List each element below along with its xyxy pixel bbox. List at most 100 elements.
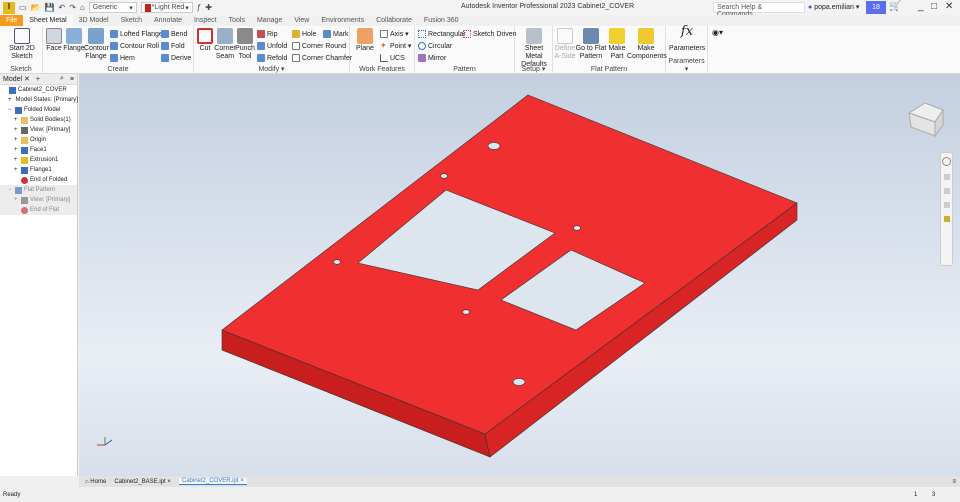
tab-fusion-360[interactable]: Fusion 360 xyxy=(418,15,465,26)
sheet-metal-defaults-button[interactable]: Sheet Metal Defaults xyxy=(517,28,551,69)
make-components-button[interactable]: Make Components xyxy=(627,28,667,61)
hole-button[interactable]: Hole xyxy=(292,29,316,39)
open-icon[interactable]: 📂 xyxy=(31,3,41,12)
expand-icon[interactable]: + xyxy=(8,97,12,103)
tab-sketch[interactable]: Sketch xyxy=(115,15,148,26)
corner-seam-button[interactable]: Corner Seam xyxy=(214,28,236,61)
view-cube[interactable] xyxy=(907,102,944,138)
make-part-button[interactable]: Make Part xyxy=(608,28,626,61)
flange-button[interactable]: Flange xyxy=(63,28,85,53)
mark-button[interactable]: Mark xyxy=(323,29,349,39)
unfold-button[interactable]: Unfold xyxy=(257,41,287,51)
sheet-metal-cover-part[interactable] xyxy=(221,94,798,458)
graphics-viewport[interactable] xyxy=(79,74,960,476)
derive-button[interactable]: Derive xyxy=(161,53,191,63)
look-at-icon[interactable] xyxy=(943,216,950,222)
color-select[interactable]: *Light Red ▾ xyxy=(140,2,193,13)
bend-button[interactable]: Bend xyxy=(161,29,187,39)
refold-button[interactable]: Refold xyxy=(257,53,287,63)
hem-button[interactable]: Hem xyxy=(110,53,135,63)
browser-node[interactable]: − Folded Model xyxy=(0,105,77,115)
expand-icon[interactable]: − xyxy=(8,187,13,193)
new-icon[interactable]: ▭ xyxy=(19,3,27,12)
ribbon-options-icon[interactable]: ◉▾ xyxy=(712,28,723,37)
browser-node[interactable]: End of Flat xyxy=(0,205,77,215)
plus-icon[interactable]: ✚ xyxy=(205,3,212,12)
fx-icon[interactable]: ƒ xyxy=(197,3,201,12)
contour-flange-button[interactable]: Contour Flange xyxy=(84,28,109,61)
expand-icon[interactable]: + xyxy=(14,157,19,163)
home-icon[interactable]: ⌂ xyxy=(80,3,85,12)
orbit-icon[interactable] xyxy=(943,202,950,208)
start-2d-sketch-button[interactable]: Start 2D Sketch xyxy=(4,28,40,61)
tab-3d-model[interactable]: 3D Model xyxy=(73,15,115,26)
lofted-flange-button[interactable]: Lofted Flange xyxy=(110,29,163,39)
tab-tools[interactable]: Tools xyxy=(223,15,251,26)
browser-node[interactable]: + Solid Bodies(1) xyxy=(0,115,77,125)
expand-icon[interactable]: + xyxy=(14,117,19,123)
save-icon[interactable]: 💾 xyxy=(45,3,55,12)
search-input[interactable]: Search Help & Commands... xyxy=(713,2,805,18)
steering-wheel-icon[interactable] xyxy=(942,157,951,166)
browser-node[interactable]: + Flange1 xyxy=(0,165,77,175)
parameters-button[interactable]: fx Parameters xyxy=(669,25,705,53)
tab-environments[interactable]: Environments xyxy=(315,15,370,26)
plane-button[interactable]: Plane xyxy=(353,28,377,53)
browser-node[interactable]: − Flat Pattern xyxy=(0,185,77,195)
cut-button[interactable]: Cut xyxy=(196,28,214,53)
expand-icon[interactable]: + xyxy=(14,167,19,173)
cart-icon[interactable]: 🛒 xyxy=(889,1,901,12)
browser-node[interactable]: + Extrusion1 xyxy=(0,155,77,165)
contour-roll-button[interactable]: Contour Roll xyxy=(110,41,159,51)
maximize-button[interactable]: □ xyxy=(931,1,937,12)
corner-chamfer-button[interactable]: Corner Chamfer xyxy=(292,53,352,63)
tab-collaborate[interactable]: Collaborate xyxy=(370,15,418,26)
expand-icon[interactable]: − xyxy=(8,107,13,113)
redo-icon[interactable]: ↷ xyxy=(69,3,76,12)
mirror-button[interactable]: Mirror xyxy=(418,53,446,63)
tab-model[interactable]: Model ✕ xyxy=(3,75,30,83)
doc-tab-cover[interactable]: Cabinet2_COVER.ipt × xyxy=(178,478,247,485)
browser-node[interactable]: Cabinet2_COVER xyxy=(0,85,77,95)
face-button[interactable]: Face xyxy=(45,28,63,53)
tab-file[interactable]: File xyxy=(0,15,24,26)
browser-node[interactable]: + View: [Primary] xyxy=(0,125,77,135)
point-button[interactable]: ✦ Point ▾ xyxy=(380,41,411,51)
fold-button[interactable]: Fold xyxy=(161,41,185,51)
menu-icon[interactable]: ≡ xyxy=(70,76,74,83)
close-button[interactable]: ✕ xyxy=(945,1,953,12)
expand-icon[interactable]: + xyxy=(14,197,19,203)
doc-tab-base[interactable]: Cabinet2_BASE.ipt × xyxy=(114,479,171,485)
search-icon[interactable]: ⌕ xyxy=(60,75,64,83)
tab-manage[interactable]: Manage xyxy=(251,15,288,26)
ucs-button[interactable]: UCS xyxy=(380,53,405,63)
zoom-icon[interactable] xyxy=(943,188,950,194)
home-tab[interactable]: ⌂ Home xyxy=(85,479,106,485)
circular-pattern-button[interactable]: Circular xyxy=(418,41,452,51)
tabs-menu-icon[interactable]: ≡ xyxy=(952,479,956,485)
punch-tool-button[interactable]: Punch Tool xyxy=(235,28,255,61)
sketch-driven-pattern-button[interactable]: Sketch Driven xyxy=(463,29,517,39)
user-menu[interactable]: ● popa.emilian ▾ xyxy=(808,3,859,11)
tab-inspect[interactable]: Inspect xyxy=(188,15,223,26)
expand-icon[interactable]: + xyxy=(14,127,19,133)
tab-annotate[interactable]: Annotate xyxy=(148,15,188,26)
minimize-button[interactable]: _ xyxy=(918,1,924,12)
notifications-badge[interactable]: 18 xyxy=(866,1,886,14)
add-tab-icon[interactable]: + xyxy=(36,76,40,83)
appearance-select[interactable]: Generic ▾ xyxy=(88,2,137,13)
browser-node[interactable]: + Model States: [Primary] xyxy=(0,95,78,105)
go-to-flat-pattern-button[interactable]: Go to Flat Pattern xyxy=(575,28,607,61)
inventor-logo[interactable]: I xyxy=(3,1,15,14)
tab-sheet-metal[interactable]: Sheet Metal xyxy=(23,15,73,26)
axis-button[interactable]: Axis ▾ xyxy=(380,29,409,39)
browser-node[interactable]: + View: [Primary] xyxy=(0,195,77,205)
rectangular-pattern-button[interactable]: Rectangular xyxy=(418,29,466,39)
corner-round-button[interactable]: Corner Round xyxy=(292,41,346,51)
expand-icon[interactable]: + xyxy=(14,137,19,143)
browser-node[interactable]: End of Folded xyxy=(0,175,77,185)
undo-icon[interactable]: ↶ xyxy=(59,3,66,12)
browser-node[interactable]: + Face1 xyxy=(0,145,77,155)
expand-icon[interactable]: + xyxy=(14,147,19,153)
browser-node[interactable]: + Origin xyxy=(0,135,77,145)
